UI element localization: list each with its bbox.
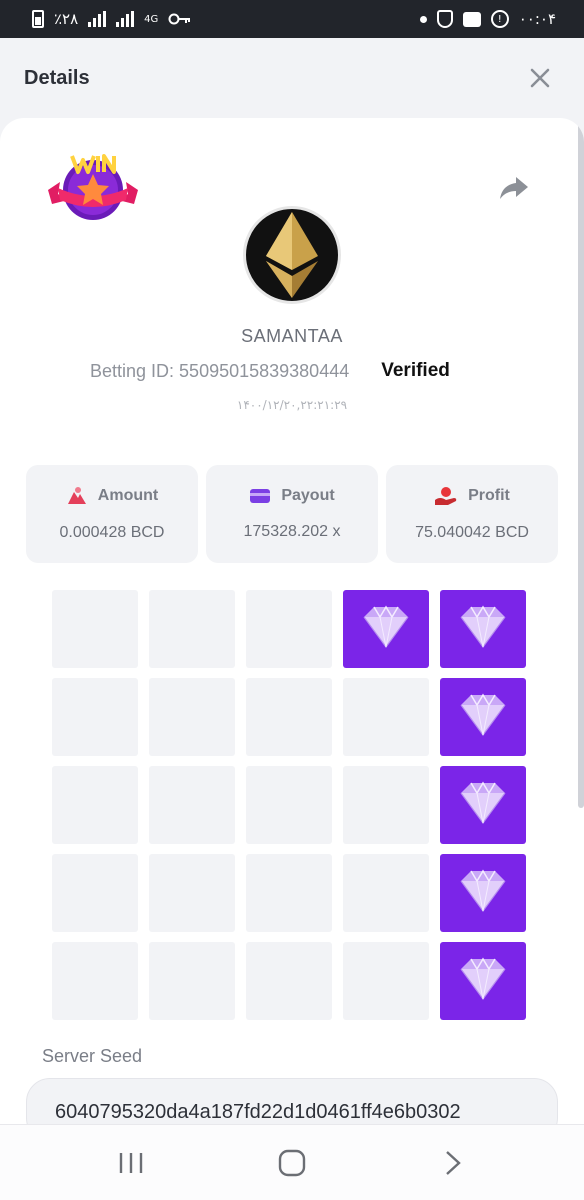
scrollbar[interactable]: [578, 118, 584, 808]
diamond-icon: [455, 603, 511, 656]
username: SAMANTAA: [241, 326, 343, 346]
diamond-icon: [358, 603, 414, 656]
board-cell: [343, 942, 429, 1020]
diamond-icon: [455, 867, 511, 920]
recent-apps-icon: [119, 1152, 142, 1173]
profit-hand-icon: [435, 487, 457, 505]
board-cell: [52, 590, 138, 668]
card-icon: [250, 489, 271, 503]
board-cell: [149, 854, 235, 932]
battery-percent: ٪۲۸: [54, 10, 79, 28]
board-cell-gem: [440, 766, 526, 844]
shield-icon: [436, 10, 453, 28]
stats-row: Amount 0.000428 BCD Payout 175328.202 x …: [26, 465, 558, 563]
signal-icon: [88, 11, 107, 27]
board-cell-gem: [440, 590, 526, 668]
ethereum-icon: [266, 212, 318, 298]
info-icon: !: [490, 10, 509, 28]
stat-profit: Profit 75.040042 BCD: [386, 465, 558, 563]
board-cell: [246, 678, 332, 756]
stat-payout: Payout 175328.202 x: [206, 465, 378, 563]
board-cell: [52, 678, 138, 756]
message-icon: [462, 11, 481, 27]
verified-label: Verified: [381, 360, 450, 381]
board-cell: [52, 766, 138, 844]
board-cell-gem: [440, 678, 526, 756]
close-icon: [530, 68, 550, 88]
board-cell: [246, 590, 332, 668]
clock: ۰۰:۰۴: [518, 10, 556, 28]
notification-dot-icon: [419, 15, 427, 23]
diamond-icon: [455, 691, 511, 744]
board-cell: [343, 766, 429, 844]
signal-icon-2: [116, 11, 135, 27]
stat-amount: Amount 0.000428 BCD: [26, 465, 198, 563]
stat-value: 0.000428 BCD: [59, 524, 165, 541]
stat-label: Payout: [281, 487, 335, 504]
share-icon[interactable]: [498, 174, 530, 202]
board-cell: [343, 854, 429, 932]
board-cell-gem: [343, 590, 429, 668]
board-cell-gem: [440, 942, 526, 1020]
board-cell: [246, 854, 332, 932]
betting-id: Betting ID: 55095015839380444: [90, 360, 350, 381]
board-cell: [149, 942, 235, 1020]
stat-value: 75.040042 BCD: [415, 524, 529, 541]
stat-value: 175328.202 x: [243, 523, 341, 540]
stat-label: Profit: [468, 487, 510, 504]
header: Details: [0, 38, 584, 118]
key-icon: [168, 13, 191, 25]
amount-icon: [67, 487, 86, 504]
back-button[interactable]: [423, 1133, 483, 1193]
details-card: SAMANTAA Betting ID: 55095015839380444 V…: [0, 118, 584, 1128]
battery-icon: [32, 10, 44, 28]
board-cell: [343, 678, 429, 756]
diamond-icon: [455, 779, 511, 832]
bet-date: ۱۴۰۰/۱۲/۲۰,۲۲:۲۱:۲۹: [236, 398, 348, 412]
server-seed-field[interactable]: 6040795320da4a187fd22d1d0461ff4e6b0302: [26, 1078, 558, 1128]
board-cell: [52, 942, 138, 1020]
board-cell: [149, 678, 235, 756]
board-cell: [246, 766, 332, 844]
avatar: [243, 206, 341, 304]
stat-label: Amount: [97, 487, 159, 504]
mines-board: [52, 590, 526, 1020]
page-title: Details: [24, 66, 90, 89]
board-cell: [149, 590, 235, 668]
chevron-right-icon: [446, 1150, 462, 1175]
board-cell-gem: [440, 854, 526, 932]
win-badge-icon: [48, 154, 138, 220]
board-cell: [246, 942, 332, 1020]
board-cell: [149, 766, 235, 844]
navigation-bar: [0, 1124, 584, 1200]
board-cell: [52, 854, 138, 932]
server-seed-label: Server Seed: [42, 1046, 143, 1066]
diamond-icon: [455, 955, 511, 1008]
home-button[interactable]: [262, 1133, 322, 1193]
home-icon: [278, 1149, 306, 1176]
network-type: 4G: [144, 13, 159, 25]
status-bar: ٪۲۸ 4G ! ۰۰:۰۴: [0, 0, 584, 38]
recent-apps-button[interactable]: [101, 1133, 161, 1193]
close-button[interactable]: [526, 64, 554, 92]
betting-id-row: Betting ID: 55095015839380444 Verified: [90, 360, 450, 382]
